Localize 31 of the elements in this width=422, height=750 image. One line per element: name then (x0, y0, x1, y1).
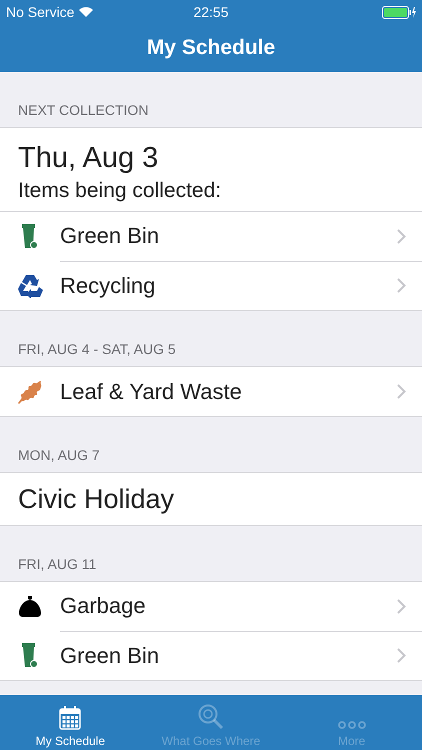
section-header: FRI, AUG 4 - SAT, AUG 5 (18, 341, 176, 357)
screen-title: My Schedule (146, 35, 276, 61)
collection-item[interactable]: Garbage (0, 582, 422, 631)
collection-date: Thu, Aug 3 (18, 142, 160, 175)
tab[interactable]: My Schedule (0, 695, 141, 750)
bin-icon (22, 642, 38, 668)
wifi-icon (79, 7, 94, 17)
chevron-icon (397, 384, 406, 399)
chevron-icon (397, 648, 406, 663)
chevron-icon (397, 598, 406, 614)
bin-icon (22, 224, 38, 250)
recycling-icon (17, 274, 43, 298)
battery-icon (382, 6, 416, 18)
collection-item[interactable]: Green Bin (0, 631, 422, 680)
chevron-icon (397, 228, 406, 244)
chevron-icon (397, 278, 406, 293)
calendar-icon (59, 706, 82, 730)
section-header: NEXT COLLECTION (18, 102, 148, 118)
section-header: MON, AUG 7 (18, 447, 100, 463)
leaf-icon (17, 380, 43, 404)
collection-item[interactable]: Leaf & Yard Waste (0, 367, 422, 416)
clock-text: 22:55 (193, 4, 229, 20)
search-icon (198, 704, 224, 730)
collection-item[interactable]: Green Bin (0, 212, 422, 261)
more-icon (338, 720, 366, 730)
collection-item[interactable]: Recycling (0, 261, 422, 310)
garbage-bag-icon (18, 596, 42, 618)
items-subtitle: Items being collected: (18, 179, 222, 203)
carrier-text: No Service (6, 4, 74, 20)
holiday-text: Civic Holiday (17, 482, 176, 516)
section-header: FRI, AUG 11 (18, 556, 96, 572)
